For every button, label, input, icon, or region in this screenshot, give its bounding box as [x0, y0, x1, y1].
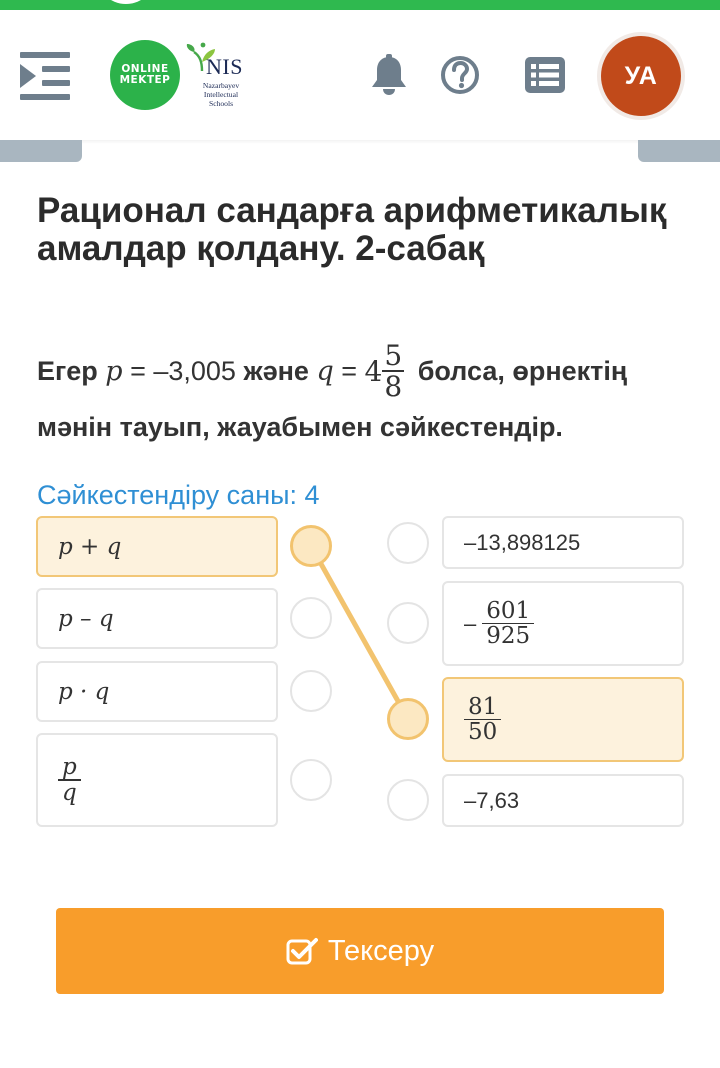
- left-connector-3[interactable]: [290, 670, 332, 712]
- fraction: 81 50: [464, 693, 502, 746]
- left-connector-2[interactable]: [290, 597, 332, 639]
- fraction-numerator: p: [62, 754, 77, 781]
- right-item-4[interactable]: –7,63: [442, 774, 684, 827]
- fraction-numerator: 81: [468, 693, 498, 720]
- right-item-2[interactable]: – 601 925: [442, 581, 684, 666]
- fraction: 601 925: [482, 597, 535, 650]
- left-connector-4[interactable]: [290, 759, 332, 801]
- p-over-q-fraction: p q: [58, 755, 81, 805]
- right-connector-1[interactable]: [387, 522, 429, 564]
- negative-fraction: – 601 925: [444, 597, 535, 650]
- left-item-p-over-q[interactable]: p q: [36, 733, 278, 827]
- right-connector-4[interactable]: [387, 779, 429, 821]
- fraction-denominator: q: [62, 779, 77, 806]
- fraction-denominator: 50: [468, 719, 498, 746]
- right-item-label: –13,898125: [464, 529, 581, 555]
- left-item-p-times-q[interactable]: p · q: [36, 661, 278, 722]
- fraction-denominator: 925: [486, 623, 531, 650]
- right-item-label: –7,63: [464, 787, 520, 813]
- right-connector-2[interactable]: [387, 602, 429, 644]
- right-item-1[interactable]: –13,898125: [442, 516, 684, 569]
- left-item-label: p · q: [58, 678, 110, 705]
- left-item-p-plus-q[interactable]: p + q: [36, 516, 278, 577]
- left-item-p-minus-q[interactable]: p – q: [36, 588, 278, 649]
- minus-sign: –: [464, 610, 477, 636]
- check-button[interactable]: Тексеру: [56, 908, 664, 994]
- left-connector-1[interactable]: [290, 525, 332, 567]
- right-item-3[interactable]: 81 50: [442, 677, 684, 762]
- fraction-numerator: 601: [486, 597, 531, 624]
- check-button-label: Тексеру: [327, 934, 435, 967]
- left-item-label: p + q: [58, 533, 122, 560]
- left-item-label: p – q: [58, 605, 114, 632]
- right-connector-3[interactable]: [387, 698, 429, 740]
- checkbox-icon: [286, 938, 318, 965]
